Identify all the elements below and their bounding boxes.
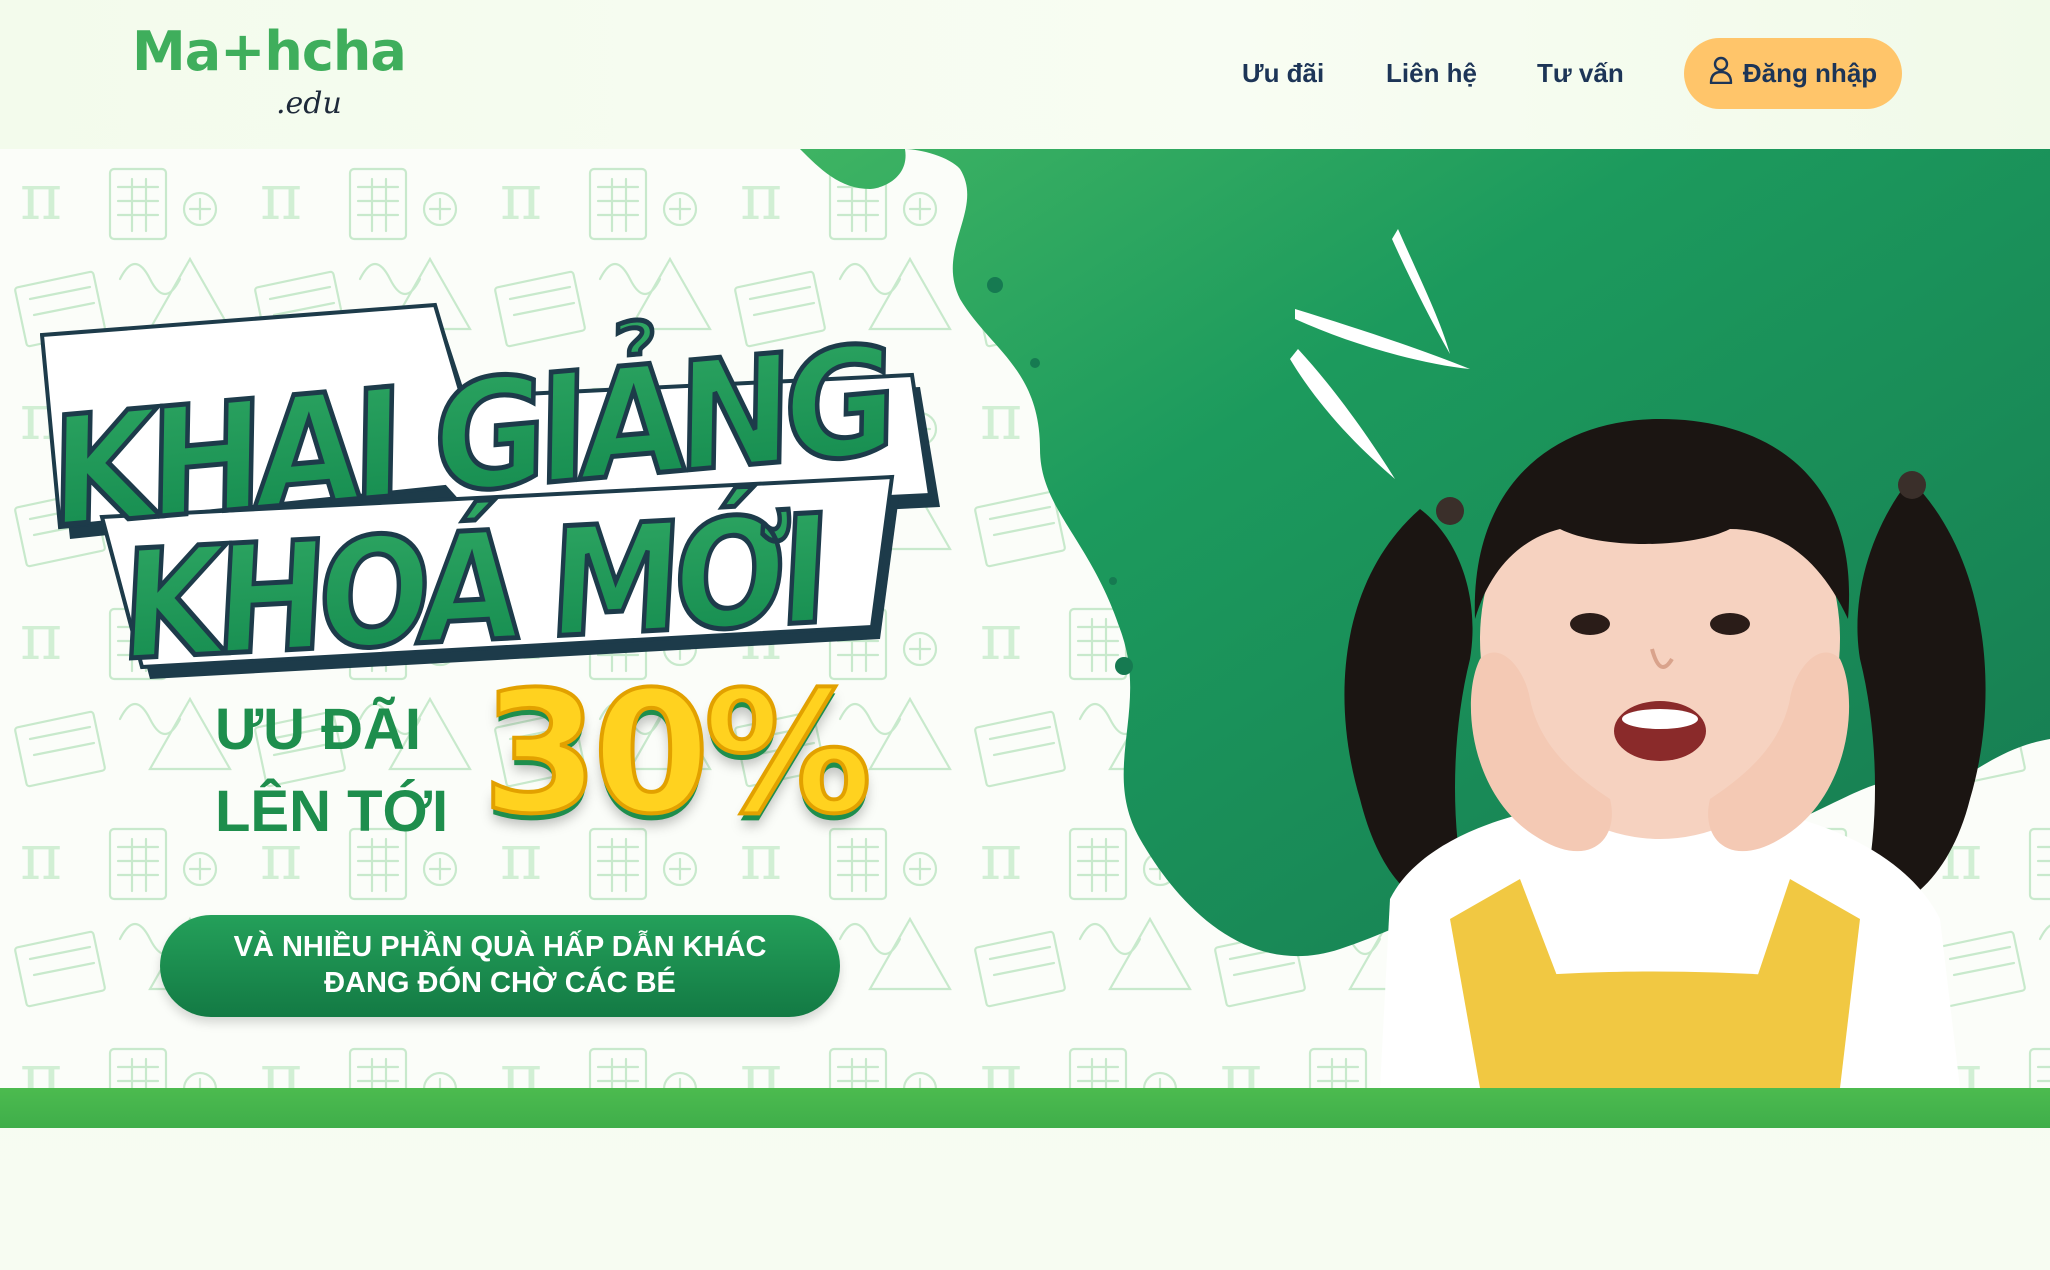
offer-line-2: LÊN TỚI [215, 779, 449, 844]
brand-logo[interactable]: Ma+hcha .edu [132, 20, 407, 130]
offer-line-1: ƯU ĐÃI [215, 697, 422, 762]
child-photo [1344, 419, 1986, 1088]
nav-link-consult[interactable]: Tư vấn [1537, 58, 1624, 89]
user-icon [1709, 56, 1733, 91]
nav-link-offers[interactable]: Ưu đãi [1242, 58, 1324, 89]
offer-text: ƯU ĐÃI LÊN TỚI [215, 689, 448, 853]
logo-wordmark: Ma+hcha [132, 20, 407, 83]
nav-link-contact[interactable]: Liên hệ [1386, 58, 1477, 89]
hero-banner[interactable]: π [0, 149, 2050, 1088]
site-header: Ma+hcha .edu Ưu đãi Liên hệ Tư vấn Đăng … [0, 0, 2050, 149]
login-button[interactable]: Đăng nhập [1684, 38, 1902, 109]
gift-line-1: VÀ NHIỀU PHẦN QUÀ HẤP DẪN KHÁC [233, 931, 767, 963]
discount-value: 30% [480, 655, 874, 851]
banner-bottom-strip [0, 1088, 2050, 1128]
logo-subtitle: .edu [276, 86, 342, 121]
gift-callout: VÀ NHIỀU PHẦN QUÀ HẤP DẪN KHÁC ĐANG ĐÓN … [160, 915, 840, 1017]
gift-line-2: ĐANG ĐÓN CHỜ CÁC BÉ [324, 967, 676, 999]
login-label: Đăng nhập [1742, 58, 1878, 88]
